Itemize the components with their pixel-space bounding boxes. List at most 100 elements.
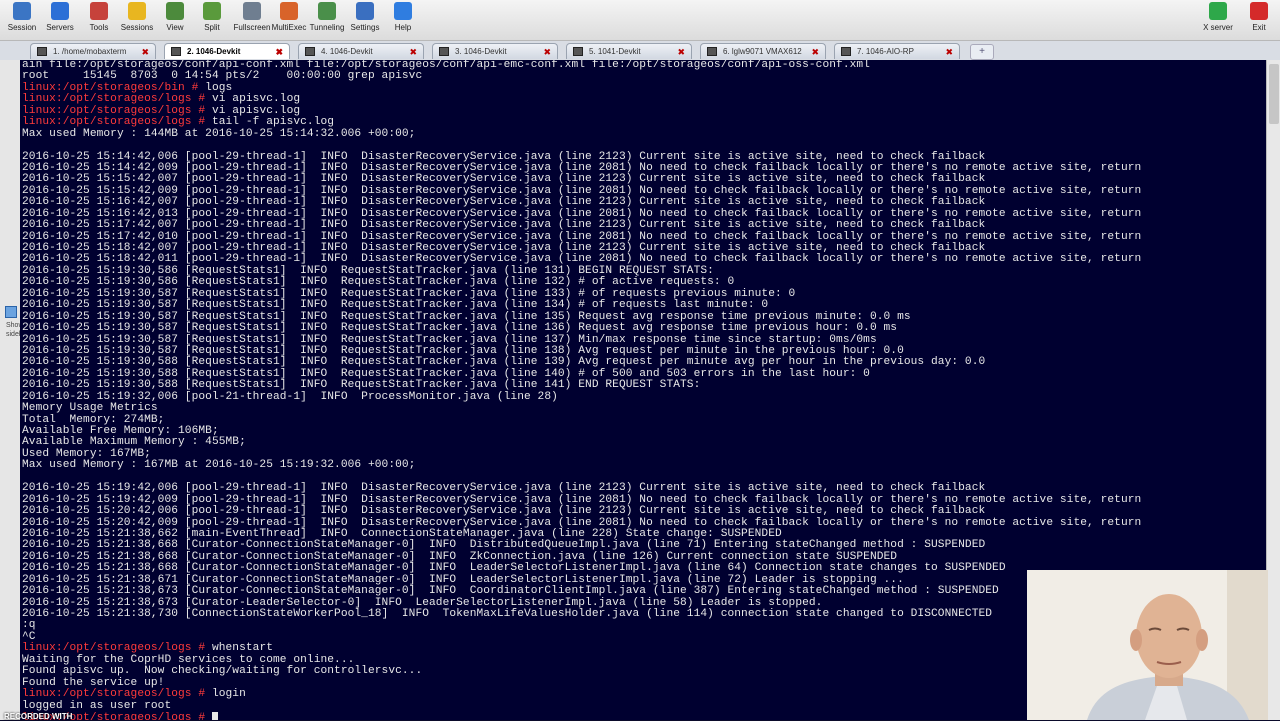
line-text: Memory Usage Metrics (22, 402, 158, 415)
shell-prompt: linux:/opt/storageos/logs # (22, 93, 206, 106)
sidebar-icon (5, 306, 17, 318)
terminal-icon (305, 47, 315, 57)
exit-button[interactable]: Exit (1238, 0, 1280, 40)
line-text: ^C (22, 630, 36, 643)
line-text: Max used Memory : 167MB at 2016-10-25 15… (22, 459, 416, 472)
line-text: logs (198, 81, 233, 94)
shell-prompt: linux:/opt/storageos/logs # (22, 688, 206, 701)
line-text: 2016-10-25 15:19:32,006 [pool-21-thread-… (22, 390, 558, 403)
help-button[interactable]: Help (381, 0, 425, 40)
tab-label: 2. 1046-Devkit (187, 47, 241, 56)
xserver-label: X server (1203, 23, 1233, 32)
line-text: 2016-10-25 15:19:30,587 [RequestStats1] … (22, 333, 877, 346)
line-text: 2016-10-25 15:21:38,671 [Curator-Connect… (22, 573, 904, 586)
line-text: Waiting for the CoprHD services to come … (22, 653, 355, 666)
line-text: root 15145 8703 0 14:54 pts/2 00:00:00 g… (22, 70, 423, 83)
tab-7[interactable]: 7. 1046-AIO-RP ✖ (834, 43, 960, 59)
help-label: Help (394, 23, 412, 32)
tab-2[interactable]: 2. 1046-Devkit ✖ (164, 43, 290, 59)
terminal-icon (841, 47, 851, 57)
tab-6[interactable]: 6. lglw9071 VMAX612 ✖ (700, 43, 826, 59)
close-icon[interactable]: ✖ (543, 44, 551, 59)
servers-label: Servers (46, 23, 74, 32)
line-text: 2016-10-25 15:21:38,668 [Curator-Connect… (22, 550, 898, 563)
terminal-line: linux:/opt/storageos/logs # (22, 711, 1141, 720)
tab-1[interactable]: 1. /home/mobaxterm ✖ (30, 43, 156, 59)
sessions-icon (128, 2, 146, 20)
split-label: Split (204, 23, 220, 32)
tunneling-label: Tunneling (309, 23, 345, 32)
tools-label: Tools (89, 23, 109, 32)
close-icon[interactable]: ✖ (409, 44, 417, 59)
session-icon (13, 2, 31, 20)
settings-label: Settings (350, 23, 380, 32)
line-text: 2016-10-25 15:19:30,586 [RequestStats1] … (22, 264, 714, 277)
tab-label: 4. 1046-Devkit (321, 47, 373, 56)
terminal-scrollbar[interactable] (1266, 60, 1280, 720)
scrollbar-thumb[interactable] (1269, 64, 1279, 124)
tab-5[interactable]: 5. 1041-Devkit ✖ (566, 43, 692, 59)
line-text: logged in as user root (22, 699, 172, 712)
new-tab-button[interactable]: + (970, 44, 994, 60)
tunneling-icon (318, 2, 336, 20)
close-icon[interactable]: ✖ (275, 44, 283, 59)
line-text: Found the service up! (22, 676, 165, 689)
line-text: 2016-10-25 15:14:42,006 [pool-29-thread-… (22, 150, 986, 163)
line-text: login (205, 688, 246, 701)
webcam-overlay (1027, 570, 1268, 720)
line-text: whenstart (205, 642, 274, 655)
main-toolbar: Session Servers Tools Sessions View Split Full… (0, 0, 1280, 41)
tab-4[interactable]: 3. 1046-Devkit ✖ (432, 43, 558, 59)
terminal-line: Max used Memory : 144MB at 2016-10-25 15… (22, 127, 1141, 140)
line-text: vi apisvc.log (205, 104, 301, 117)
terminal-line: 2016-10-25 15:19:32,006 [pool-21-thread-… (22, 390, 1141, 403)
xserver-button[interactable]: X server (1197, 0, 1239, 40)
close-icon[interactable]: ✖ (945, 44, 953, 59)
fullscreen-icon (243, 2, 261, 20)
tab-label: 3. 1046-Devkit (455, 47, 507, 56)
terminal-line: Max used Memory : 167MB at 2016-10-25 15… (22, 460, 1141, 471)
line-text: Available Free Memory: 106MB; (22, 425, 219, 437)
line-text: 2016-10-25 15:19:30,587 [RequestStats1] … (22, 287, 796, 300)
servers-button[interactable]: Servers (38, 0, 82, 40)
sidebar-toggle[interactable]: Show sidebar (0, 60, 29, 720)
line-text: 2016-10-25 15:17:42,007 [pool-29-thread-… (22, 219, 986, 232)
shell-prompt: linux:/opt/storageos/logs # (22, 116, 206, 129)
tab-label: 7. 1046-AIO-RP (857, 47, 914, 56)
terminal-line: Memory Usage Metrics (22, 402, 1141, 415)
line-text: 2016-10-25 15:16:42,007 [pool-29-thread-… (22, 196, 986, 209)
shell-prompt: linux:/opt/storageos/logs # (22, 642, 206, 655)
terminal-line: logged in as user root (22, 699, 1141, 712)
exit-icon (1250, 2, 1268, 20)
terminal-line: 2016-10-25 15:21:38,730 [ConnectionState… (22, 608, 1141, 620)
tab-3[interactable]: 4. 1046-Devkit ✖ (298, 43, 424, 59)
line-text: Max used Memory : 144MB at 2016-10-25 15… (22, 127, 416, 140)
tab-label: 5. 1041-Devkit (589, 47, 641, 56)
line-text: 2016-10-25 15:18:42,007 [pool-29-thread-… (22, 242, 986, 254)
line-text: 2016-10-25 15:20:42,009 [pool-29-thread-… (22, 516, 1142, 529)
tab-bar: 1. /home/mobaxterm ✖ 2. 1046-Devkit ✖ 4. 104… (0, 41, 1280, 61)
terminal-output: ain file:/opt/storageos/conf/api-conf.xm… (22, 60, 1141, 720)
sidebar-toggle-label: Show sidebar (6, 322, 29, 338)
line-text: 2016-10-25 15:17:42,010 [pool-29-thread-… (22, 230, 1142, 243)
line-text: 2016-10-25 15:21:38,668 [Curator-Connect… (22, 562, 1006, 575)
text-cursor (211, 711, 218, 720)
session-label: Session (7, 23, 37, 32)
terminal-icon (573, 47, 583, 57)
close-icon[interactable]: ✖ (141, 44, 149, 59)
line-text: 2016-10-25 15:21:38,662 [main-EventThrea… (22, 527, 782, 540)
split-button[interactable]: Split (190, 0, 234, 40)
line-text: :q (22, 619, 36, 632)
view-icon (166, 2, 184, 20)
close-icon[interactable]: ✖ (677, 44, 685, 59)
terminal-line: :q (22, 620, 1141, 631)
line-text: 2016-10-25 15:14:42,009 [pool-29-thread-… (22, 161, 1142, 174)
line-text: vi apisvc.log (205, 93, 301, 106)
line-text: 2016-10-25 15:19:42,009 [pool-29-thread-… (22, 493, 1142, 506)
terminal-line: Found apisvc up. Now checking/waiting fo… (22, 665, 1141, 677)
shell-prompt: linux:/opt/storageos/logs # (22, 104, 206, 117)
terminal-icon (439, 47, 449, 57)
help-icon (394, 2, 412, 20)
close-icon[interactable]: ✖ (811, 44, 819, 59)
tab-label: 1. /home/mobaxterm (53, 47, 127, 56)
